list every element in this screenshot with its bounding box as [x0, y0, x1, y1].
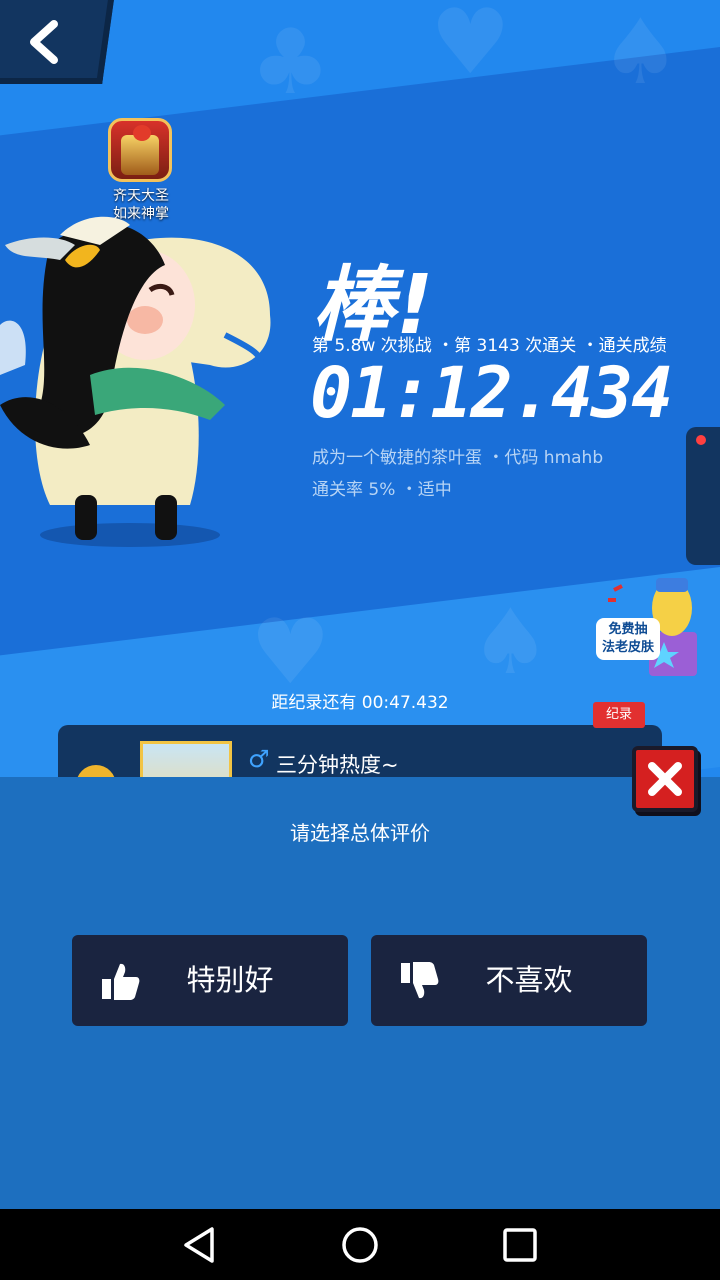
dislike-label: 不喜欢 [485, 963, 573, 997]
app-icon-ball [133, 125, 151, 141]
home-nav-icon[interactable] [338, 1223, 382, 1267]
leaderboard-card[interactable]: ♂ 三分钟热度~ [58, 725, 662, 785]
pass-rate: 通关率 5% ・适中 [312, 480, 452, 500]
character-illustration [0, 216, 271, 547]
recents-nav-icon[interactable] [498, 1223, 542, 1267]
close-button[interactable] [632, 746, 698, 812]
hat-decoration-icon-lower: ♠ [470, 590, 551, 695]
level-subtitle: 成为一个敏捷的茶叶蛋 ・代码 hmahb [312, 448, 604, 468]
hat-decoration-icon: ♠ [600, 0, 681, 105]
side-drawer-tab[interactable] [686, 427, 720, 565]
back-button[interactable] [0, 0, 114, 84]
heart-decoration-icon: ♥ [430, 0, 511, 95]
male-icon: ♂ [248, 745, 270, 773]
player-name: 三分钟热度~ [276, 753, 399, 777]
back-nav-icon[interactable] [178, 1223, 222, 1267]
clear-time: 01:12.434 [310, 352, 673, 434]
notification-dot [696, 435, 706, 445]
like-label: 特别好 [186, 963, 274, 997]
rating-prompt: 请选择总体评价 [290, 821, 430, 845]
dislike-button[interactable]: 不喜欢 [371, 935, 647, 1026]
like-button[interactable]: 特别好 [72, 935, 348, 1026]
app-icon-figure [121, 135, 159, 175]
system-navigation-bar [0, 1209, 720, 1280]
chevron-left-icon [30, 20, 58, 64]
promo-label[interactable]: 免费抽 法老皮肤 [596, 618, 660, 660]
floating-app-icon[interactable] [108, 118, 172, 182]
close-icon [648, 762, 682, 796]
record-badge: 纪录 [593, 702, 645, 728]
pin-decoration-icon: ♣ [250, 10, 331, 115]
